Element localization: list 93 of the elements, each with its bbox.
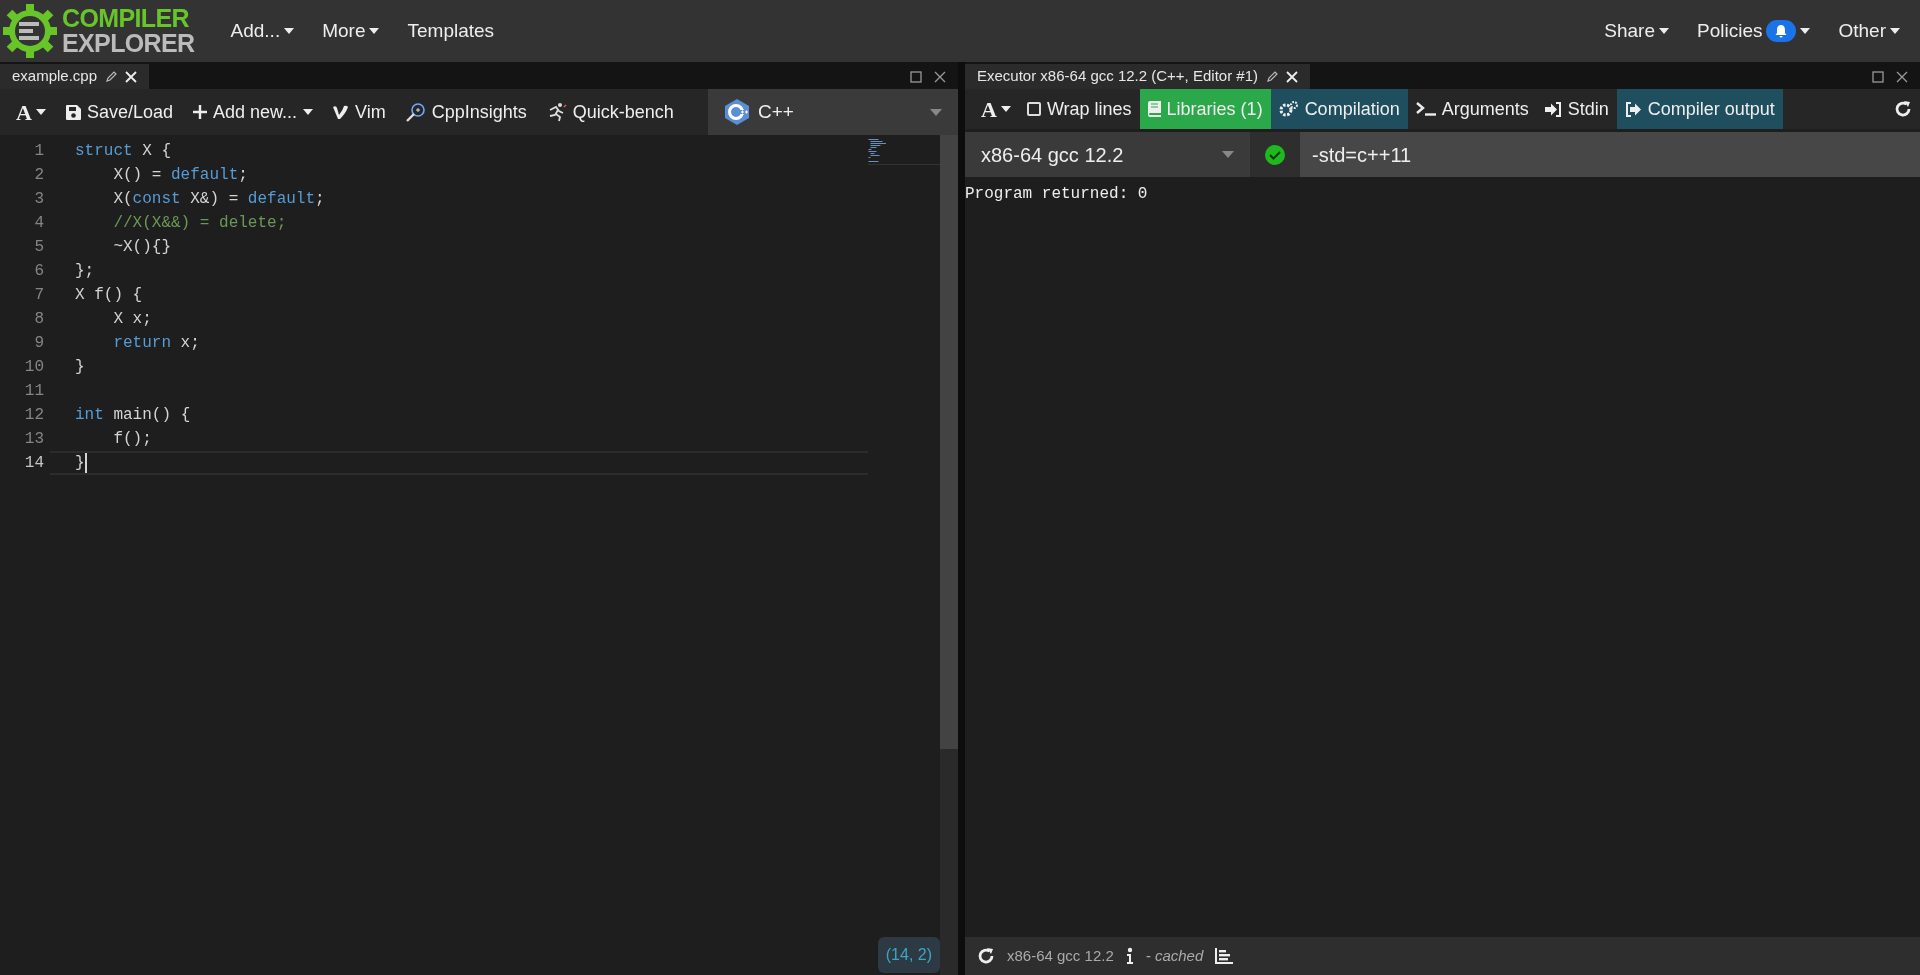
- bar-chart-icon[interactable]: [1215, 948, 1234, 964]
- code-line: X f() {: [75, 285, 143, 306]
- caret-icon: [930, 108, 942, 116]
- logo-text: EXPLORER: [62, 31, 195, 56]
- nav-menu-item[interactable]: Add...: [218, 11, 307, 51]
- line-number: 5: [33, 237, 45, 258]
- line-number: 3: [33, 189, 45, 210]
- caret-icon: [1222, 151, 1234, 158]
- language-select[interactable]: C++: [708, 89, 958, 135]
- compiler-select[interactable]: x86-64 gcc 12.2: [965, 132, 1250, 177]
- text-cursor: [84, 453, 87, 473]
- sign-out-icon: [1624, 101, 1642, 117]
- close-icon[interactable]: [934, 71, 946, 83]
- refresh-icon[interactable]: [1894, 100, 1912, 118]
- tab-title: example.cpp: [12, 66, 98, 87]
- code-line: f();: [112, 429, 152, 450]
- magnifier-icon: [405, 102, 426, 122]
- caret-icon: [1000, 106, 1011, 112]
- checkbox[interactable]: [1026, 102, 1041, 116]
- line-number: 9: [33, 333, 45, 354]
- scrollbar-thumb[interactable]: [940, 135, 958, 749]
- pencil-icon[interactable]: [105, 70, 118, 83]
- close-icon[interactable]: [1896, 71, 1908, 83]
- caret-icon: [303, 109, 314, 115]
- code-line: }: [75, 357, 85, 378]
- code-line: X(const X&) = default;: [112, 189, 325, 210]
- book-icon: [1147, 101, 1161, 117]
- nav-menu-item[interactable]: Other: [1826, 11, 1912, 51]
- line-number: 8: [33, 309, 45, 330]
- tab-title: Executor x86-64 gcc 12.2 (C++, Editor #1): [977, 66, 1258, 87]
- caret-icon: [369, 28, 380, 34]
- code-line: };: [75, 261, 95, 282]
- add-new-button[interactable]: Add new...: [184, 89, 322, 135]
- caret-icon: [35, 109, 46, 115]
- code-line: ~X(){}: [112, 237, 171, 258]
- nav-menu-item[interactable]: Templates: [395, 11, 507, 51]
- editor-tab[interactable]: example.cpp: [0, 64, 150, 89]
- stdin-button[interactable]: Stdin: [1536, 89, 1617, 129]
- cpp-logo-icon: [724, 98, 750, 126]
- code-line: struct X {: [75, 141, 171, 162]
- compilation-button[interactable]: Compilation: [1270, 89, 1408, 129]
- line-number: 14: [23, 453, 45, 474]
- line-number: 6: [33, 261, 45, 282]
- plus-icon: [192, 105, 207, 119]
- font-size-button[interactable]: A: [8, 89, 54, 135]
- pencil-icon[interactable]: [1266, 70, 1278, 83]
- v-logo-icon: [333, 105, 350, 119]
- caret-icon: [1800, 28, 1811, 34]
- nav-menu-item[interactable]: More: [310, 11, 392, 51]
- terminal-prompt-icon: [1415, 102, 1436, 116]
- font-size-button[interactable]: A: [973, 89, 1019, 129]
- line-number: 2: [33, 165, 45, 186]
- save-load-button[interactable]: Save/Load: [57, 89, 181, 135]
- line-number: 1: [33, 141, 45, 162]
- compiler-options-field[interactable]: -std=c++11: [1300, 132, 1920, 177]
- compiler-name: x86-64 gcc 12.2: [1007, 945, 1114, 966]
- nav-menu-item[interactable]: Policies: [1685, 11, 1823, 51]
- arguments-button[interactable]: Arguments: [1407, 89, 1537, 129]
- notification-bell-icon: [1766, 20, 1797, 42]
- maximize-icon[interactable]: [910, 71, 922, 83]
- line-number: 13: [23, 429, 45, 450]
- code-line: //X(X&&) = delete;: [112, 213, 287, 234]
- code-line: }: [75, 453, 85, 474]
- sign-in-icon: [1544, 101, 1562, 117]
- line-number: 12: [23, 405, 45, 426]
- line-number: 7: [33, 285, 45, 306]
- executor-tab[interactable]: Executor x86-64 gcc 12.2 (C++, Editor #1): [965, 64, 1310, 89]
- code-line: X x;: [112, 309, 152, 330]
- caret-icon: [1890, 28, 1900, 34]
- caret-icon: [284, 28, 295, 34]
- refresh-icon[interactable]: [977, 947, 995, 965]
- minimap-drawing: [868, 139, 886, 162]
- line-number: 11: [23, 381, 45, 402]
- caret-icon: [1659, 28, 1669, 34]
- program-output: Program returned: 0: [965, 184, 1149, 205]
- nav-menu-item[interactable]: Share: [1592, 11, 1681, 51]
- line-number: 10: [23, 357, 45, 378]
- gears-icon: [1278, 101, 1299, 117]
- code-line: int main() {: [75, 405, 191, 426]
- cache-status: - cached: [1145, 945, 1204, 966]
- info-icon[interactable]: [1125, 947, 1134, 965]
- line-number: 4: [33, 213, 45, 234]
- wrap-lines-toggle[interactable]: Wrap lines: [1018, 89, 1140, 129]
- vim-button[interactable]: Vim: [325, 89, 394, 135]
- logo[interactable]: COMPILER EXPLORER: [0, 3, 219, 59]
- logo-text: COMPILER: [62, 6, 190, 31]
- cursor-position: (14, 2): [877, 937, 940, 973]
- code-line: return x;: [112, 333, 200, 354]
- maximize-icon[interactable]: [1872, 71, 1884, 83]
- quick-bench-button[interactable]: Quick-bench: [538, 89, 682, 135]
- code-line: X() = default;: [112, 165, 248, 186]
- cpp-insights-button[interactable]: CppInsights: [397, 89, 535, 135]
- compiler-output-button[interactable]: Compiler output: [1616, 89, 1783, 129]
